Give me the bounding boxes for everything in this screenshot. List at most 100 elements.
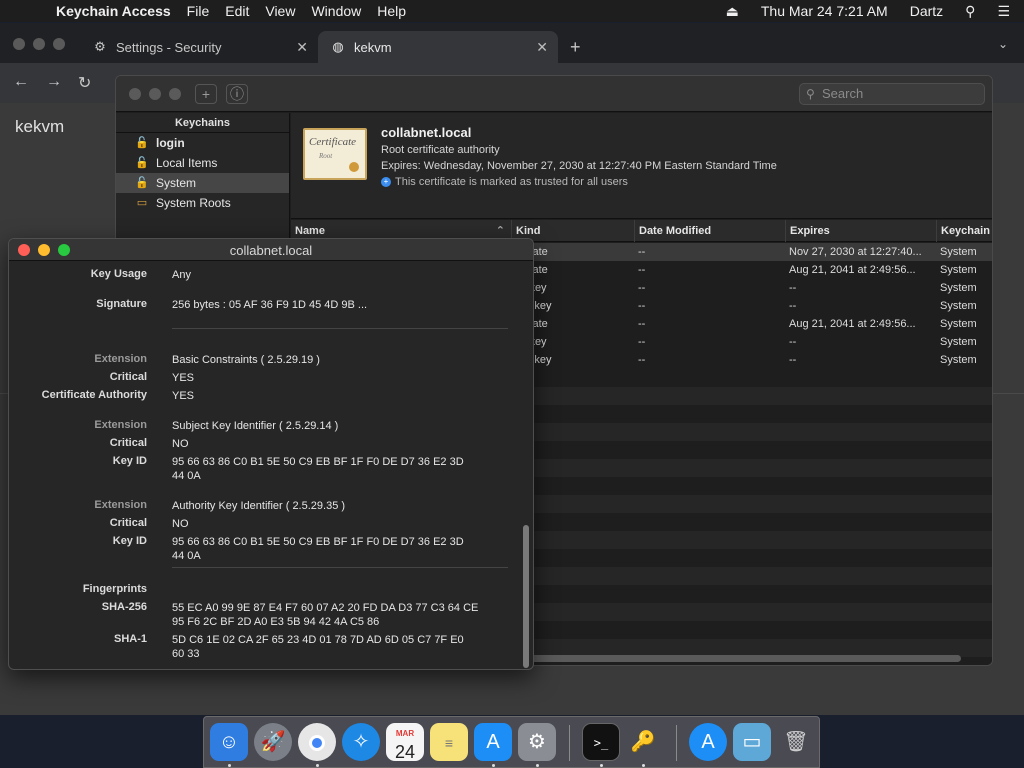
cell-date-modified: -- [638, 282, 646, 294]
search-placeholder: Search [822, 86, 864, 101]
cell-keychain: System [940, 246, 977, 258]
notes-icon[interactable]: ≡ [430, 723, 468, 761]
sidebar-item-label: System [156, 176, 197, 190]
menu-edit[interactable]: Edit [225, 3, 249, 19]
horizontal-scrollbar[interactable] [531, 655, 961, 662]
detail-titlebar: collabnet.local [9, 239, 533, 261]
chrome-icon[interactable] [298, 723, 336, 761]
sidebar-item-label: Local Items [156, 156, 218, 170]
sidebar-item-login[interactable]: 🔓 login [116, 133, 289, 153]
close-button[interactable] [13, 38, 25, 50]
sidebar-item-local-items[interactable]: 🔓 Local Items [116, 153, 289, 173]
lock-icon: 🔓 [135, 157, 149, 169]
field-value: NO [172, 517, 189, 531]
search-icon[interactable]: ⚲ [965, 3, 975, 20]
certificate-icon-text: Certificate [309, 136, 357, 148]
menu-app-name[interactable]: Keychain Access [56, 3, 171, 19]
keychain-access-icon[interactable]: 🔑 [624, 723, 662, 761]
field-value: 95 66 63 86 C0 B1 5E 50 C9 EB BF 1F F0 D… [172, 535, 464, 563]
field-label: Key ID [112, 535, 147, 547]
sidebar-item-label: login [156, 136, 185, 150]
minimize-button[interactable] [33, 38, 45, 50]
column-date-modified[interactable]: Date Modified [634, 220, 785, 242]
close-tab-icon[interactable]: ✕ [296, 39, 308, 56]
certificate-detail-window: collabnet.local Key Usage Any Signature 256… [8, 238, 534, 670]
browser-window-controls [13, 38, 65, 50]
certificate-title: collabnet.local [381, 125, 472, 140]
gear-icon: ⚙ [94, 39, 106, 54]
running-indicator [536, 764, 539, 767]
vertical-scrollbar[interactable] [523, 525, 529, 668]
menu-help[interactable]: Help [377, 3, 406, 19]
cell-expires: Aug 21, 2041 at 2:49:56... [789, 318, 916, 330]
menu-user[interactable]: Dartz [910, 3, 943, 19]
running-indicator [316, 764, 319, 767]
field-label: SHA-1 [113, 633, 147, 645]
add-item-button[interactable]: + [195, 84, 217, 104]
menu-clock[interactable]: Thu Mar 24 7:21 AM [761, 3, 888, 19]
terminal-icon[interactable]: >_ [582, 723, 620, 761]
info-icon[interactable]: ⓘ [226, 84, 248, 104]
column-label: Date Modified [639, 225, 712, 237]
tab-strip: ⚙ Settings - Security ✕ ◍ kekvm ✕ + ⌄ [0, 23, 1024, 63]
trust-text: This certificate is marked as trusted fo… [395, 176, 628, 188]
sidebar-item-system-roots[interactable]: ▭ System Roots [116, 193, 289, 213]
search-input[interactable]: ⚲ Search [799, 83, 985, 105]
certificate-subtitle: Root certificate authority [381, 144, 500, 156]
field-value-line: 5D C6 1E 02 CA 2F 65 23 4D 01 78 7D AD 6… [172, 634, 464, 646]
zoom-button[interactable] [169, 88, 181, 100]
tab-settings-security[interactable]: ⚙ Settings - Security ✕ [80, 31, 318, 63]
certificate-icon-subtext: Root [319, 152, 333, 160]
field-value: 5D C6 1E 02 CA 2F 65 23 4D 01 78 7D AD 6… [172, 633, 464, 661]
column-expires[interactable]: Expires [785, 220, 936, 242]
tab-kekvm[interactable]: ◍ kekvm ✕ [318, 31, 558, 63]
app-store-icon[interactable]: A [474, 723, 512, 761]
menu-view[interactable]: View [265, 3, 295, 19]
field-label: Signature [96, 298, 147, 310]
trash-icon[interactable]: 🗑 [777, 723, 815, 761]
close-button[interactable] [129, 88, 141, 100]
new-tab-icon[interactable]: + [570, 37, 581, 58]
calendar-icon[interactable]: MAR 24 [386, 723, 424, 762]
section-divider [172, 328, 508, 329]
lock-icon: 🔓 [135, 177, 149, 189]
reload-icon[interactable]: ↻ [78, 73, 91, 93]
cell-date-modified: -- [638, 300, 646, 312]
field-value-line: Subject Key Identifier ( 2.5.29.14 ) [172, 420, 339, 432]
field-value-line: 44 0A [172, 470, 201, 482]
system-preferences-icon[interactable]: ⚙ [518, 723, 556, 761]
field-value: 256 bytes : 05 AF 36 F9 1D 45 4D 9B ... [172, 298, 367, 312]
column-label: Keychain [941, 225, 990, 237]
app-store-icon[interactable]: A [689, 723, 727, 761]
field-value-line: 60 33 [172, 648, 200, 660]
keychain-window-controls [129, 88, 181, 100]
sidebar-item-system[interactable]: 🔓 System [116, 173, 289, 193]
plus-badge-icon: + [381, 177, 391, 188]
close-tab-icon[interactable]: ✕ [536, 39, 548, 56]
field-value-line: NO [172, 518, 189, 530]
dock-divider [569, 725, 570, 761]
section-divider [172, 567, 508, 568]
back-icon[interactable]: ← [13, 73, 29, 91]
field-value-line: 95 F6 2C BF 2D A0 E3 5B 94 42 4A C5 86 [172, 616, 380, 628]
zoom-button[interactable] [53, 38, 65, 50]
column-label: Kind [516, 225, 541, 237]
field-value-line: NO [172, 438, 189, 450]
menu-window[interactable]: Window [311, 3, 361, 19]
launchpad-icon[interactable]: 🚀 [254, 723, 292, 761]
list-icon[interactable]: ☰ [997, 3, 1010, 20]
eject-icon[interactable]: ⏏ [726, 3, 739, 20]
forward-icon[interactable]: → [46, 73, 62, 91]
safari-icon[interactable]: ✧ [342, 723, 380, 761]
sidebar-header: Keychains [116, 113, 289, 133]
finder-icon[interactable]: ☺ [210, 723, 248, 761]
calendar-day: 24 [394, 742, 416, 762]
chevron-down-icon[interactable]: ⌄ [998, 37, 1008, 51]
menu-file[interactable]: File [187, 3, 210, 19]
minimize-button[interactable] [149, 88, 161, 100]
column-label: Name [295, 225, 325, 237]
detail-title: collabnet.local [229, 243, 313, 258]
column-keychain[interactable]: Keychain [936, 220, 992, 242]
field-value: 55 EC A0 99 9E 87 E4 F7 60 07 A2 20 FD D… [172, 601, 478, 629]
downloads-folder-icon[interactable]: ▭ [733, 723, 771, 761]
